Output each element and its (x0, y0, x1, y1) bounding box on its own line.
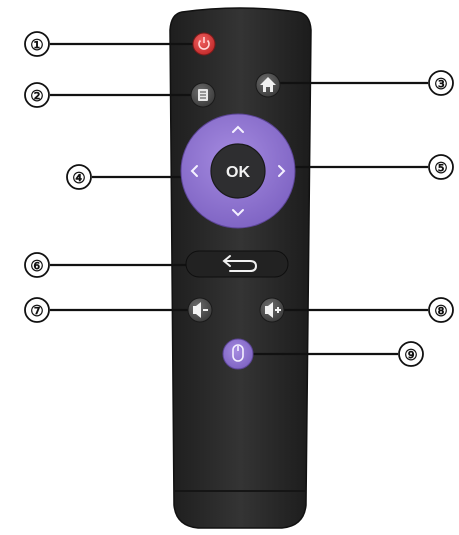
callout-1-label: ① (30, 36, 43, 54)
callout-4-label: ④ (72, 169, 85, 187)
callout-1: ① (24, 31, 50, 57)
back-button[interactable] (185, 250, 289, 278)
volume-down-button[interactable] (187, 297, 213, 323)
volume-up-button[interactable] (259, 297, 285, 323)
callout-9-label: ⑨ (404, 346, 417, 364)
callout-8: ⑧ (428, 297, 454, 323)
callout-5: ⑤ (428, 154, 454, 180)
callout-7: ⑦ (24, 297, 50, 323)
menu-button[interactable] (190, 82, 216, 108)
callout-7-label: ⑦ (30, 302, 43, 320)
ok-button[interactable]: OK (210, 143, 266, 199)
ok-label: OK (226, 164, 250, 181)
callout-3-label: ③ (434, 75, 447, 93)
callout-4: ④ (66, 164, 92, 190)
callout-6-label: ⑥ (30, 257, 43, 275)
menu-icon (198, 89, 208, 101)
callout-3: ③ (428, 70, 454, 96)
remote-diagram: OK ① ② ③ ④ ⑤ ⑥ ⑦ ⑧ ⑨ (24, 7, 454, 529)
callout-6: ⑥ (24, 252, 50, 278)
home-button[interactable] (255, 72, 281, 98)
mouse-button[interactable] (222, 338, 254, 370)
callout-8-label: ⑧ (434, 302, 447, 320)
power-button[interactable] (192, 32, 216, 56)
callout-9: ⑨ (398, 341, 424, 367)
callout-2-label: ② (30, 87, 43, 105)
callout-5-label: ⑤ (434, 159, 447, 177)
callout-2: ② (24, 82, 50, 108)
